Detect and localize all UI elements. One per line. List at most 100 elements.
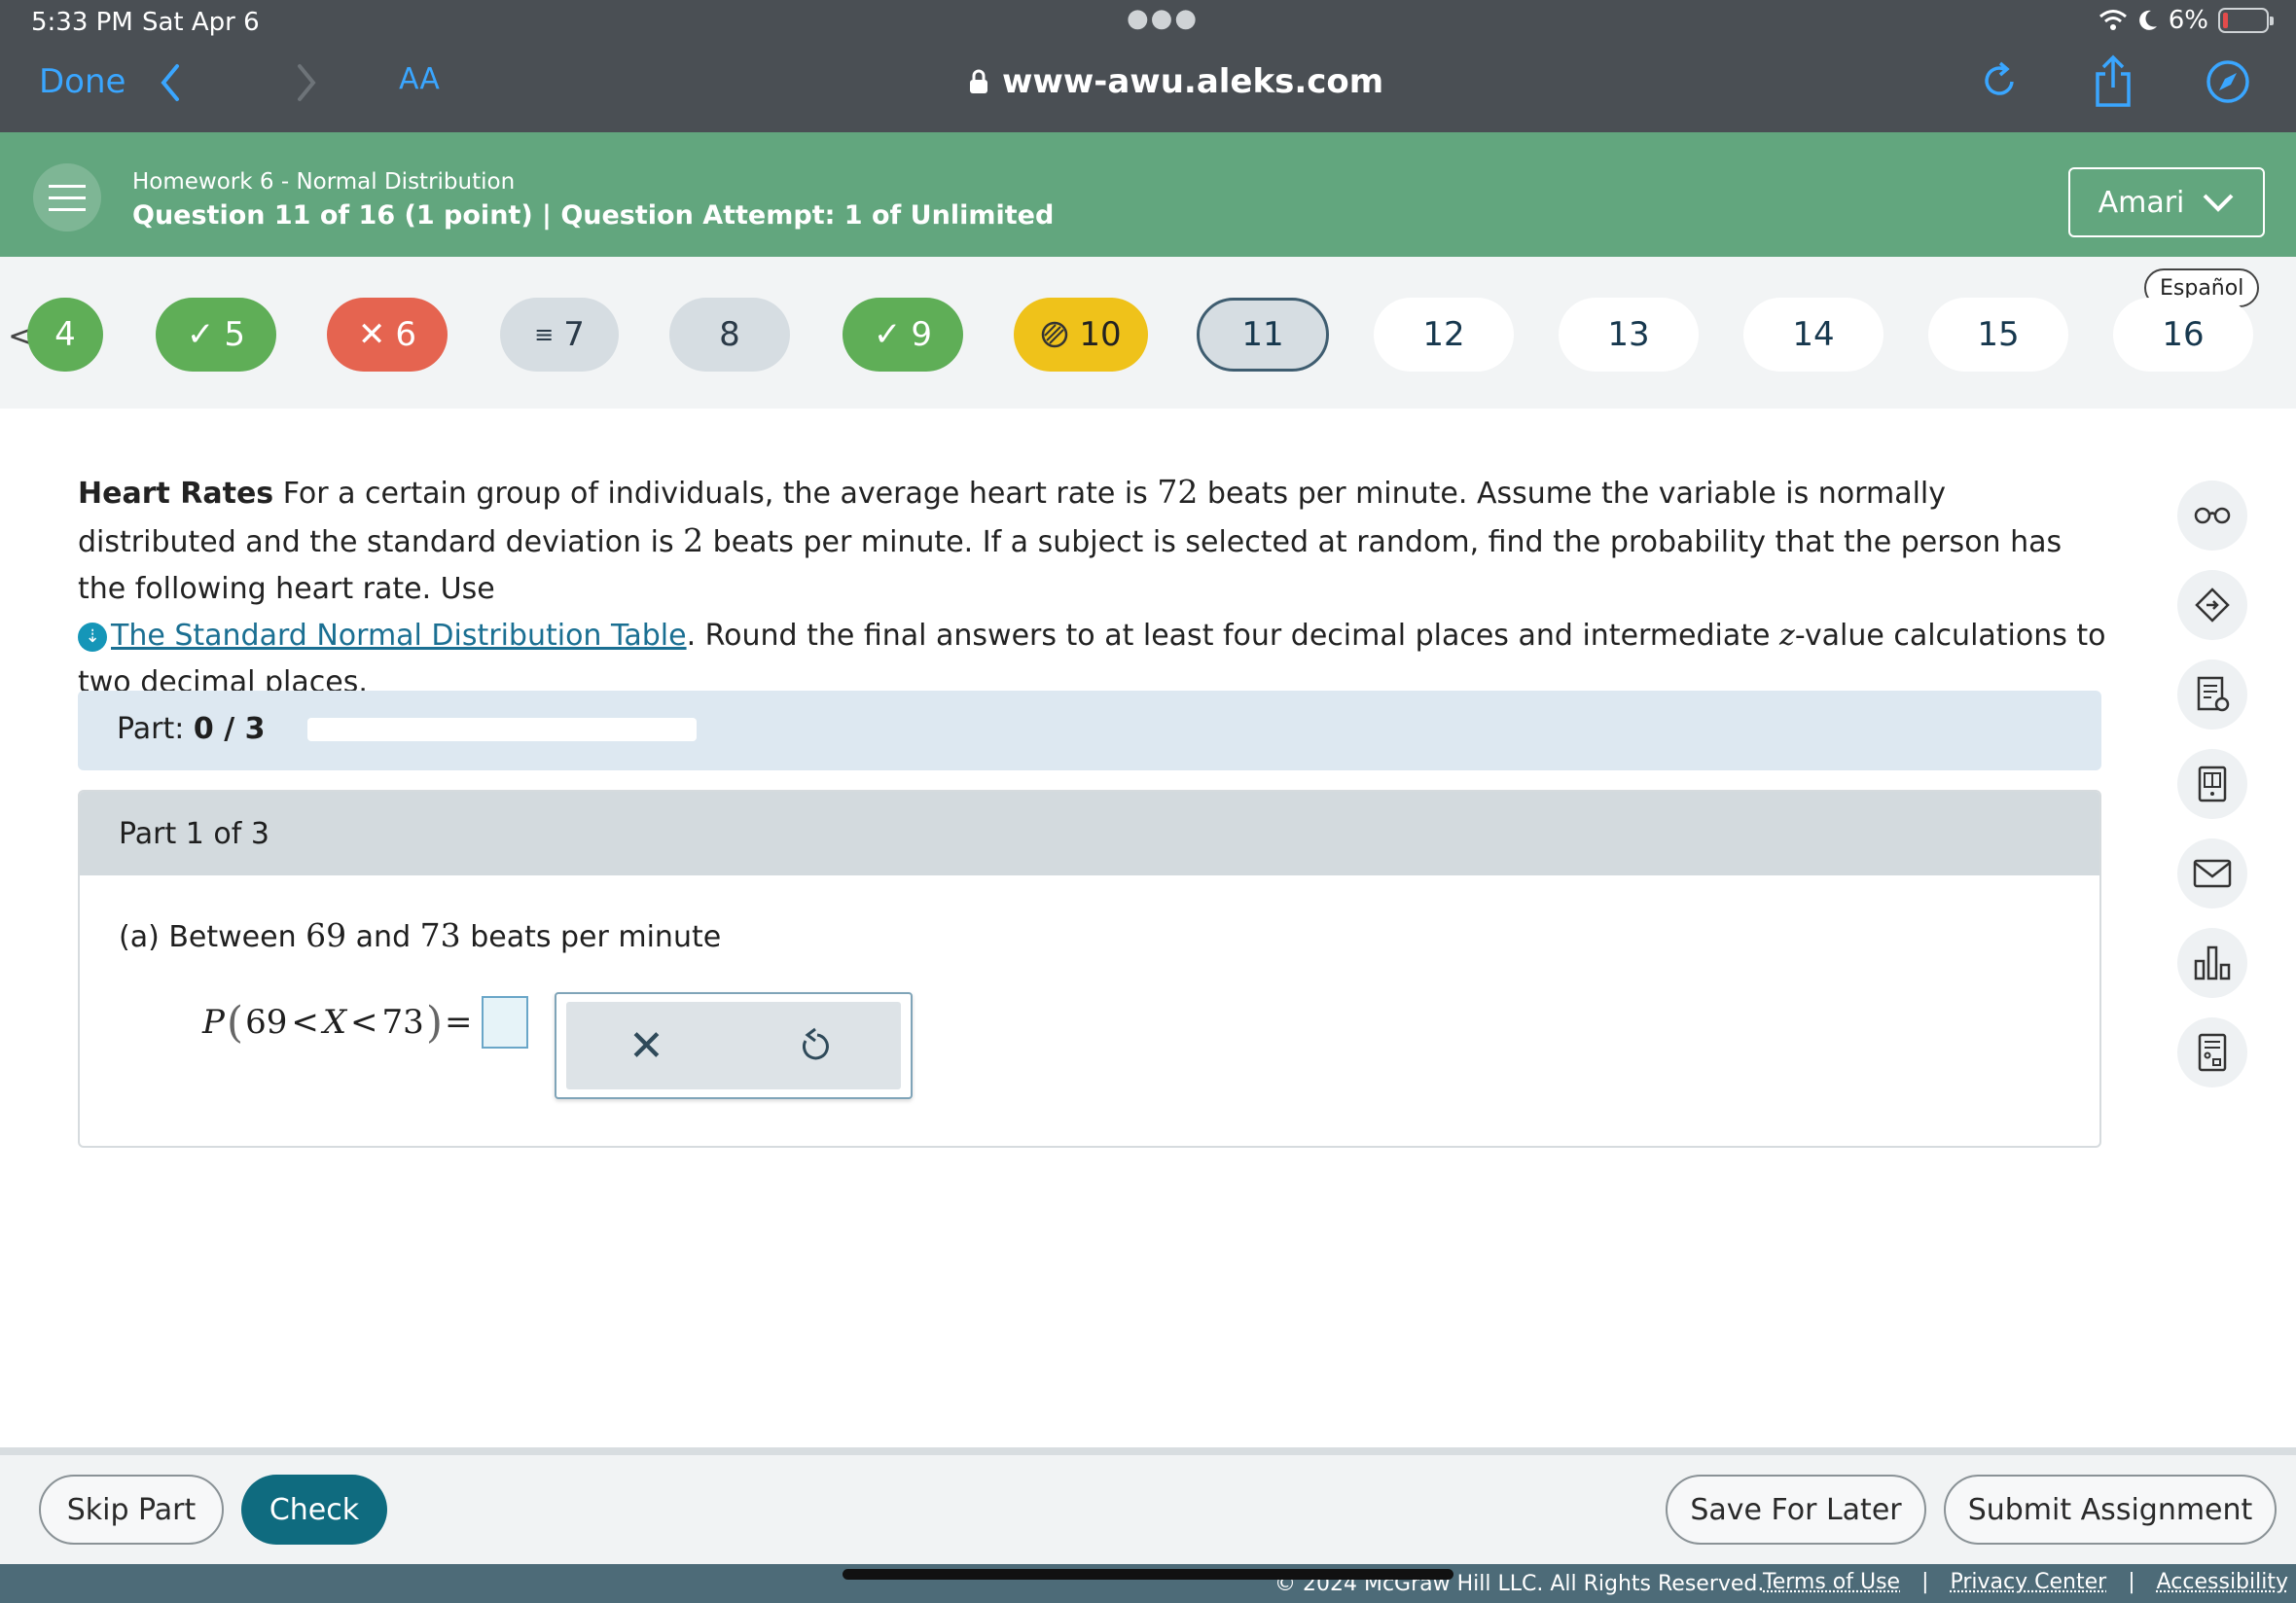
battery-icon bbox=[2218, 8, 2269, 33]
part-question: (a) Between 69 and 73 beats per minute bbox=[119, 916, 721, 954]
z-variable: z bbox=[1779, 619, 1795, 653]
download-icon[interactable]: ⇣ bbox=[78, 623, 107, 652]
question-number: 5 bbox=[224, 315, 245, 354]
browser-toolbar: Done AA www-awu.aleks.com bbox=[0, 49, 2296, 132]
done-button[interactable]: Done bbox=[39, 62, 126, 101]
question-navigation: < Español 4 ✓ 5 ✕ 6 ≡ 7 8 ✓ 9 10 11 12 13 14… bbox=[0, 257, 2296, 409]
home-indicator[interactable] bbox=[843, 1569, 1453, 1580]
back-icon[interactable] bbox=[156, 60, 185, 105]
address-bar[interactable]: www-awu.aleks.com bbox=[969, 62, 1383, 101]
question-pill-6[interactable]: ✕ 6 bbox=[327, 298, 448, 372]
question-number: 4 bbox=[54, 315, 76, 354]
status-icons: 6% bbox=[2099, 6, 2269, 35]
partial-lines-icon: ≡ bbox=[534, 321, 554, 348]
question-number: 13 bbox=[1607, 315, 1649, 354]
check-button[interactable]: Check bbox=[241, 1475, 387, 1545]
sd-value: 2 bbox=[683, 521, 703, 559]
question-number: 8 bbox=[719, 315, 740, 354]
mean-value: 72 bbox=[1157, 473, 1198, 511]
status-bar: 5:33 PM Sat Apr 6 ●●● 6% bbox=[0, 0, 2296, 49]
question-number: 15 bbox=[1977, 315, 2019, 354]
question-pill-13[interactable]: 13 bbox=[1559, 298, 1699, 372]
divider: | bbox=[2128, 1570, 2135, 1594]
url-text: www-awu.aleks.com bbox=[1002, 62, 1383, 101]
user-menu-button[interactable]: Amari bbox=[2068, 167, 2265, 237]
question-number: 9 bbox=[911, 315, 932, 354]
part-card: Part 1 of 3 (a) Between 69 and 73 beats … bbox=[78, 790, 2101, 1148]
clock: 5:33 PM bbox=[31, 8, 133, 37]
question-number: 14 bbox=[1792, 315, 1834, 354]
question-number: 10 bbox=[1079, 315, 1121, 354]
assignment-title: Homework 6 - Normal Distribution bbox=[132, 169, 515, 195]
submit-assignment-button[interactable]: Submit Assignment bbox=[1944, 1475, 2277, 1545]
skip-part-button[interactable]: Skip Part bbox=[39, 1475, 224, 1545]
question-text: (a) Between bbox=[119, 920, 305, 954]
undo-icon[interactable] bbox=[794, 1025, 833, 1068]
problem-statement: Heart Rates For a certain group of indiv… bbox=[78, 469, 2111, 706]
tag-icon[interactable] bbox=[2177, 570, 2247, 640]
privacy-link[interactable]: Privacy Center bbox=[1951, 1570, 2107, 1594]
question-pill-10[interactable]: 10 bbox=[1014, 298, 1148, 372]
chevron-down-icon bbox=[2202, 192, 2235, 213]
hatched-circle-icon bbox=[1040, 320, 1069, 349]
question-text: and bbox=[346, 920, 420, 954]
question-number: 7 bbox=[563, 315, 585, 354]
question-pill-5[interactable]: ✓ 5 bbox=[156, 298, 276, 372]
clear-icon[interactable]: ✕ bbox=[628, 1021, 664, 1071]
text-size-button[interactable]: AA bbox=[399, 62, 440, 96]
check-icon: ✓ bbox=[874, 315, 902, 354]
save-for-later-button[interactable]: Save For Later bbox=[1666, 1475, 1926, 1545]
check-icon: ✓ bbox=[187, 315, 215, 354]
question-text: beats per minute bbox=[461, 920, 722, 954]
question-number: 6 bbox=[395, 315, 416, 354]
accessibility-link[interactable]: Accessibility bbox=[2157, 1570, 2288, 1594]
part-progress-label: Part: 0 / 3 bbox=[117, 712, 265, 746]
problem-title: Heart Rates bbox=[78, 477, 273, 511]
multitask-dots-icon[interactable]: ●●● bbox=[1127, 4, 1199, 33]
question-pill-4[interactable]: 4 bbox=[27, 298, 103, 372]
part-header: Part 1 of 3 bbox=[80, 792, 2099, 875]
part-label: Part: bbox=[117, 712, 184, 746]
question-number: 11 bbox=[1241, 315, 1283, 354]
calculator-icon[interactable] bbox=[2177, 1017, 2247, 1087]
part-progress-bar: Part: 0 / 3 bbox=[78, 691, 2101, 770]
divider: | bbox=[1921, 1570, 1928, 1594]
formula-x: X bbox=[323, 1003, 346, 1042]
question-number: 12 bbox=[1422, 315, 1464, 354]
formula-high: 73 bbox=[382, 1003, 424, 1042]
normal-table-link[interactable]: The Standard Normal Distribution Table bbox=[111, 619, 687, 653]
question-pill-8[interactable]: 8 bbox=[669, 298, 790, 372]
glasses-icon[interactable] bbox=[2177, 481, 2247, 551]
assignment-header: Homework 6 - Normal Distribution Questio… bbox=[0, 132, 2296, 257]
question-pill-15[interactable]: 15 bbox=[1928, 298, 2068, 372]
question-number: 16 bbox=[2162, 315, 2204, 354]
battery-percent: 6% bbox=[2169, 6, 2208, 35]
formula-p: P bbox=[202, 1003, 225, 1042]
progress-track bbox=[307, 718, 697, 741]
mail-icon[interactable] bbox=[2177, 838, 2247, 908]
worksheet-icon[interactable] bbox=[2177, 659, 2247, 730]
terms-link[interactable]: Terms of Use bbox=[1763, 1570, 1900, 1594]
part-header-label: Part 1 of 3 bbox=[119, 817, 269, 851]
footer-links: Terms of Use | Privacy Center | Accessib… bbox=[1763, 1570, 2288, 1594]
formula-low: 69 bbox=[245, 1003, 287, 1042]
question-pill-7[interactable]: ≡ 7 bbox=[500, 298, 619, 372]
date: Sat Apr 6 bbox=[142, 8, 260, 37]
wifi-icon bbox=[2099, 9, 2128, 32]
compass-icon[interactable] bbox=[2205, 58, 2251, 105]
question-pill-16[interactable]: 16 bbox=[2113, 298, 2253, 372]
forward-icon[interactable] bbox=[292, 60, 321, 105]
question-pill-11[interactable]: 11 bbox=[1197, 298, 1329, 372]
menu-button[interactable] bbox=[33, 163, 101, 232]
answer-input[interactable] bbox=[482, 996, 528, 1049]
moon-icon bbox=[2137, 9, 2159, 32]
question-info: Question 11 of 16 (1 point) | Question A… bbox=[132, 200, 1054, 231]
reload-icon[interactable] bbox=[1981, 58, 2020, 103]
x-icon: ✕ bbox=[358, 315, 386, 354]
question-pill-12[interactable]: 12 bbox=[1374, 298, 1514, 372]
question-pill-9[interactable]: ✓ 9 bbox=[843, 298, 963, 372]
share-icon[interactable] bbox=[2092, 54, 2135, 109]
chart-icon[interactable] bbox=[2177, 928, 2247, 998]
ebook-icon[interactable] bbox=[2177, 749, 2247, 819]
question-pill-14[interactable]: 14 bbox=[1743, 298, 1883, 372]
